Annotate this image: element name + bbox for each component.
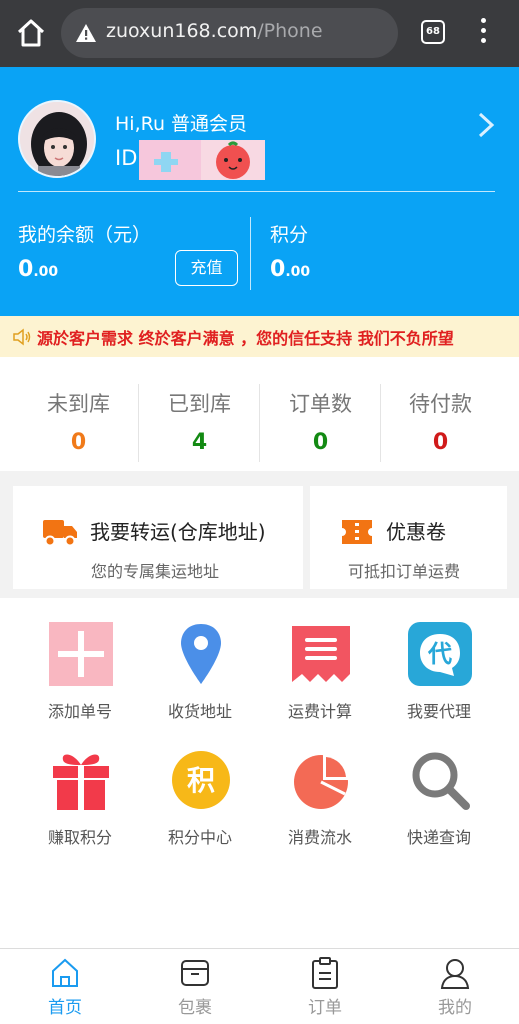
stat-value: 0 [70, 430, 87, 455]
home-icon[interactable] [14, 16, 48, 50]
stat-pending-payment[interactable]: 待付款 0 [380, 380, 501, 462]
grid-freight-calc[interactable]: 运费计算 [259, 622, 381, 732]
home-icon [52, 958, 78, 987]
avatar-image [20, 102, 94, 176]
redacted-id-image [139, 140, 265, 180]
grid-shipping-address[interactable]: 收货地址 [139, 622, 261, 732]
nav-label: 订单 [308, 998, 342, 1018]
balance-points-divider [250, 217, 251, 290]
coupon-subtitle: 可抵扣订单运费 [348, 562, 461, 581]
header-divider [18, 191, 495, 192]
balance-decimal: .00 [33, 264, 59, 280]
grid-label: 消费流水 [287, 828, 352, 847]
profile-header: Hi,Ru 普通会员 ID 我的余额（元） 0.00 充值 积分 0.00 [0, 67, 519, 316]
balance-label: 我的余额（元） [18, 224, 152, 246]
grid-spending-history[interactable]: 消费流水 [259, 748, 381, 858]
agent-glyph: 代 [427, 640, 452, 668]
speaker-icon [13, 328, 31, 346]
grid-earn-points[interactable]: 赚取积分 [19, 748, 141, 858]
stat-value: 0 [432, 430, 449, 455]
nav-home[interactable]: 首页 [0, 949, 130, 1024]
stat-value: 0 [312, 430, 329, 455]
stat-value: 4 [191, 430, 208, 455]
grid-points-center[interactable]: 积 积分中心 [139, 748, 261, 858]
grid-label: 赚取积分 [47, 828, 112, 847]
warning-icon[interactable] [75, 22, 97, 44]
location-pin-icon [181, 624, 221, 684]
ticket-icon [342, 520, 372, 544]
feature-cards-section: 我要转运(仓库地址) 您的专属集运地址 优惠卷 可抵扣订单运费 [0, 471, 519, 598]
points-value: 0.00 [270, 257, 310, 282]
points-label: 积分 [270, 224, 309, 246]
page-root: zuoxun168.com/Phone 68 Hi,Ru 普通会员 ID 我的余… [0, 0, 519, 1024]
greeting-text: Hi,Ru 普通会员 [115, 113, 248, 135]
url-host: zuoxun168.com [106, 20, 258, 42]
package-icon [181, 960, 209, 986]
url-text[interactable]: zuoxun168.com/Phone [106, 20, 323, 42]
more-menu-icon[interactable] [478, 18, 488, 48]
nav-packages[interactable]: 包裹 [130, 949, 260, 1024]
points-decimal: .00 [285, 264, 311, 280]
grid-label: 快递查询 [406, 828, 471, 847]
grid-label: 添加单号 [47, 702, 112, 721]
truck-icon [43, 520, 77, 547]
grid-add-tracking[interactable]: 添加单号 [19, 622, 141, 732]
chevron-right-icon[interactable] [476, 111, 496, 139]
grid-express-tracking[interactable]: 快递查询 [378, 748, 500, 858]
balance-value: 0.00 [18, 257, 58, 282]
grid-become-agent[interactable]: 代 我要代理 [378, 622, 500, 732]
points-icon: 积 [172, 751, 230, 809]
grid-label: 收货地址 [167, 702, 232, 721]
stat-label: 订单数 [289, 392, 352, 416]
stat-label: 待付款 [409, 392, 472, 416]
clipboard-icon [312, 957, 338, 989]
notice-bar: 源於客户需求 终於客户满意 ，您的信任支持 我们不负所望 [0, 316, 519, 357]
search-icon [412, 752, 470, 810]
nav-me[interactable]: 我的 [390, 949, 519, 1024]
plus-icon [49, 622, 113, 686]
gift-icon [53, 754, 109, 810]
agent-icon: 代 [408, 622, 472, 686]
nav-label: 首页 [48, 998, 82, 1018]
transfer-subtitle: 您的专属集运地址 [91, 562, 220, 581]
tab-switcher-button[interactable]: 68 [421, 20, 445, 44]
stat-arrived[interactable]: 已到库 4 [139, 380, 260, 462]
notice-text: 源於客户需求 终於客户满意 ，您的信任支持 我们不负所望 [37, 329, 454, 348]
address-bar[interactable]: zuoxun168.com/Phone [61, 8, 398, 58]
browser-toolbar: zuoxun168.com/Phone 68 [0, 0, 519, 67]
grid-label: 我要代理 [406, 702, 471, 721]
recharge-button[interactable]: 充值 [175, 250, 238, 286]
order-stats: 未到库 0 已到库 4 订单数 0 待付款 0 [0, 380, 519, 462]
stat-label: 未到库 [47, 392, 110, 416]
points-integer: 0 [270, 257, 286, 282]
avatar[interactable] [18, 100, 96, 178]
user-icon [440, 959, 470, 989]
coupon-card[interactable]: 优惠卷 可抵扣订单运费 [310, 486, 507, 589]
transfer-card[interactable]: 我要转运(仓库地址) 您的专属集运地址 [13, 486, 303, 589]
transfer-title: 我要转运(仓库地址) [90, 520, 266, 544]
stat-label: 已到库 [168, 392, 231, 416]
url-path: /Phone [257, 20, 323, 42]
nav-orders[interactable]: 订单 [260, 949, 390, 1024]
receipt-icon [292, 626, 350, 682]
coupon-title: 优惠卷 [386, 520, 446, 544]
points-glyph: 积 [187, 764, 215, 797]
bottom-nav: 首页 包裹 订单 我的 [0, 948, 519, 1024]
nav-label: 包裹 [178, 998, 212, 1018]
id-label: ID [115, 146, 138, 170]
stat-order-count[interactable]: 订单数 0 [260, 380, 381, 462]
pie-chart-icon [294, 754, 349, 809]
nav-label: 我的 [438, 998, 472, 1018]
grid-label: 运费计算 [287, 702, 352, 721]
grid-label: 积分中心 [167, 828, 232, 847]
stat-not-arrived[interactable]: 未到库 0 [18, 380, 139, 462]
balance-integer: 0 [18, 257, 34, 282]
